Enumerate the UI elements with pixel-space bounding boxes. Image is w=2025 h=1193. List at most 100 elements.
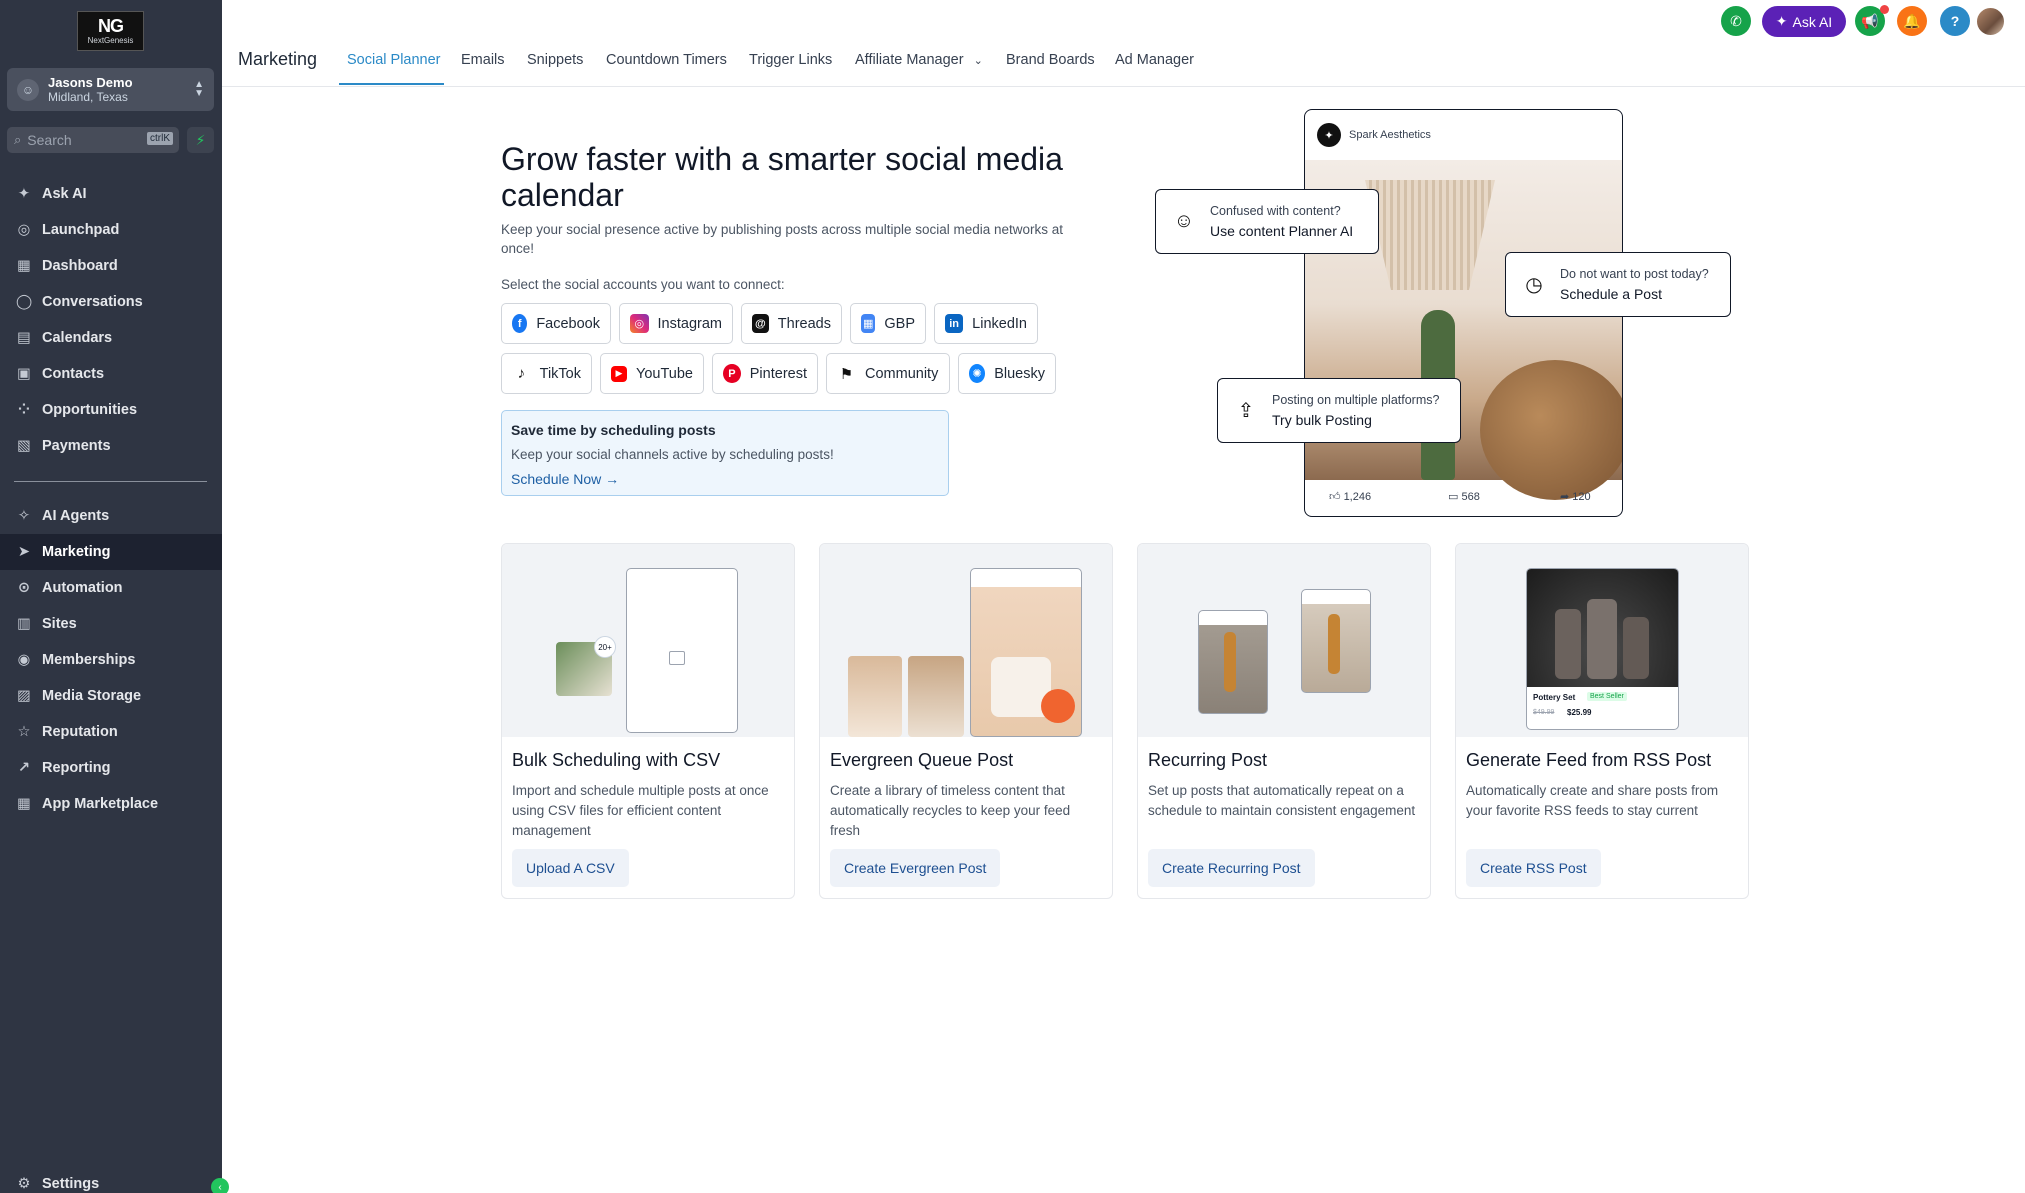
sidebar-item-app-marketplace[interactable]: ▦ App Marketplace: [0, 786, 222, 822]
agent-icon: ✧: [17, 508, 31, 524]
sidebar-item-contacts[interactable]: ▣ Contacts: [0, 356, 222, 392]
schedule-now-link[interactable]: Schedule Now →: [511, 471, 939, 487]
sidebar-item-label: Marketing: [42, 544, 111, 560]
receipt-icon: ▧: [17, 438, 31, 454]
card-illustration: [820, 544, 1112, 737]
card-illustration: 20+: [502, 544, 794, 737]
logo-mark-icon: NG: [98, 16, 124, 36]
sidebar-item-label: Contacts: [42, 366, 105, 382]
sidebar-item-calendars[interactable]: ▤ Calendars: [0, 320, 222, 356]
sidebar-item-settings[interactable]: ⚙ Settings: [0, 1169, 222, 1193]
tab-ad-manager[interactable]: Ad Manager: [1115, 52, 1194, 68]
community-icon: ⚑: [837, 364, 856, 383]
collapse-sidebar-icon[interactable]: ‹: [211, 1178, 229, 1193]
sidebar-item-label: Ask AI: [42, 186, 87, 202]
sidebar-item-marketing[interactable]: ➤ Marketing: [0, 534, 222, 570]
card-illustration: Pottery Set Best Seller $49.99 $25.99: [1456, 544, 1748, 737]
connect-gbp-button[interactable]: ▦ GBP: [850, 303, 926, 344]
create-recurring-post-button[interactable]: Create Recurring Post: [1148, 849, 1315, 887]
sidebar-item-opportunities[interactable]: ⁘ Opportunities: [0, 392, 222, 428]
vase: [1555, 609, 1581, 679]
vase: [1587, 599, 1617, 679]
sidebar-item-label: Reporting: [42, 760, 111, 776]
sidebar-item-ai-agents[interactable]: ✧ AI Agents: [0, 498, 222, 534]
vase: [1623, 617, 1649, 679]
sidebar-item-media-storage[interactable]: ▨ Media Storage: [0, 678, 222, 714]
sidebar-item-automation[interactable]: ⊙ Automation: [0, 570, 222, 606]
sidebar-item-dashboard[interactable]: ▦ Dashboard: [0, 248, 222, 284]
tab-emails[interactable]: Emails: [461, 52, 505, 68]
sidebar-item-sites[interactable]: ▥ Sites: [0, 606, 222, 642]
sidebar-item-label: Launchpad: [42, 222, 120, 238]
callout-line1: Do not want to post today?: [1560, 267, 1709, 281]
phone-icon[interactable]: ✆: [1721, 6, 1751, 36]
search-input[interactable]: ⌕ Search ctrlK: [7, 127, 179, 153]
sidebar-item-label: App Marketplace: [42, 796, 159, 812]
tab-trigger-links[interactable]: Trigger Links: [749, 52, 832, 68]
trend-icon: ↗: [17, 760, 31, 776]
connect-facebook-button[interactable]: f Facebook: [501, 303, 611, 344]
page-title: Marketing: [238, 49, 318, 69]
tab-countdown-timers[interactable]: Countdown Timers: [606, 52, 727, 68]
brand-name: Spark Aesthetics: [1349, 129, 1431, 141]
candle-photo: [908, 656, 964, 737]
robot-icon: ☺: [1173, 210, 1195, 232]
connect-community-button[interactable]: ⚑ Community: [826, 353, 950, 394]
image-placeholder-icon: [669, 651, 685, 665]
image-icon: ▨: [17, 688, 31, 704]
comments-stat: ▭ 568: [1448, 490, 1480, 503]
quick-action-bolt-icon[interactable]: ⚡: [187, 127, 214, 153]
product-card: Pottery Set Best Seller $49.99 $25.99: [1526, 568, 1679, 730]
connect-linkedin-button[interactable]: in LinkedIn: [934, 303, 1038, 344]
tab-social-planner[interactable]: Social Planner: [347, 52, 441, 68]
tab-affiliate-manager[interactable]: Affiliate Manager ⌄: [855, 52, 983, 68]
sidebar-item-label: Calendars: [42, 330, 113, 346]
connect-youtube-button[interactable]: ▶ YouTube: [600, 353, 704, 394]
connect-tiktok-button[interactable]: ♪ TikTok: [501, 353, 592, 394]
post-header: ✦ Spark Aesthetics: [1305, 110, 1622, 160]
linkedin-icon: in: [945, 314, 964, 333]
connect-bluesky-button[interactable]: ✺ Bluesky: [958, 353, 1056, 394]
sidebar-item-label: Opportunities: [42, 402, 138, 418]
card-title: Generate Feed from RSS Post: [1466, 750, 1712, 770]
upload-csv-button[interactable]: Upload A CSV: [512, 849, 629, 887]
ask-ai-button[interactable]: ✦ Ask AI: [1762, 6, 1846, 37]
sidebar-item-reporting[interactable]: ↗ Reporting: [0, 750, 222, 786]
create-rss-post-button[interactable]: Create RSS Post: [1466, 849, 1601, 887]
create-evergreen-post-button[interactable]: Create Evergreen Post: [830, 849, 1001, 887]
youtube-icon: ▶: [611, 365, 628, 382]
sidebar-item-payments[interactable]: ▧ Payments: [0, 428, 222, 464]
notification-dot: [1880, 5, 1889, 14]
chat-icon: ◯: [15, 294, 33, 310]
shares-count: 120: [1572, 491, 1591, 503]
macrame-decor: [1365, 180, 1495, 290]
account-location: Midland, Texas: [48, 89, 128, 104]
account-name: Jasons Demo: [48, 74, 133, 90]
bluesky-icon: ✺: [969, 364, 986, 383]
sidebar-item-launchpad[interactable]: ◎ Launchpad: [0, 212, 222, 248]
account-switcher[interactable]: ☺ Jasons Demo Midland, Texas ▲ ▼: [7, 68, 214, 111]
sidebar-item-label: Sites: [42, 616, 77, 632]
connect-pinterest-button[interactable]: P Pinterest: [712, 353, 818, 394]
brand-avatar-icon: ✦: [1317, 123, 1341, 147]
connect-threads-button[interactable]: @ Threads: [741, 303, 842, 344]
chevron-updown-icon: ▲ ▼: [194, 79, 204, 99]
avatar[interactable]: [1975, 6, 2006, 37]
callout-line2: Try bulk Posting: [1272, 412, 1372, 428]
sidebar-item-conversations[interactable]: ◯ Conversations: [0, 284, 222, 320]
connect-instagram-button[interactable]: ◎ Instagram: [619, 303, 733, 344]
tab-snippets[interactable]: Snippets: [527, 52, 583, 68]
brand-logo[interactable]: NG NextGenesis: [77, 11, 144, 51]
bell-icon[interactable]: 🔔: [1897, 6, 1927, 36]
sidebar-item-ask-ai[interactable]: ✦ Ask AI: [0, 176, 222, 212]
sidebar-item-memberships[interactable]: ◉ Memberships: [0, 642, 222, 678]
tab-brand-boards[interactable]: Brand Boards: [1006, 52, 1095, 68]
select-accounts-label: Select the social accounts you want to c…: [501, 277, 785, 292]
gear-icon: ⚙: [17, 1176, 31, 1192]
help-icon[interactable]: ?: [1940, 6, 1970, 36]
sidebar-item-reputation[interactable]: ☆ Reputation: [0, 714, 222, 750]
sites-icon: ▥: [17, 616, 31, 632]
sidebar: NG NextGenesis ☺ Jasons Demo Midland, Te…: [0, 0, 229, 1193]
tiktok-icon: ♪: [512, 364, 531, 383]
clock-icon: ◷: [1525, 274, 1543, 296]
